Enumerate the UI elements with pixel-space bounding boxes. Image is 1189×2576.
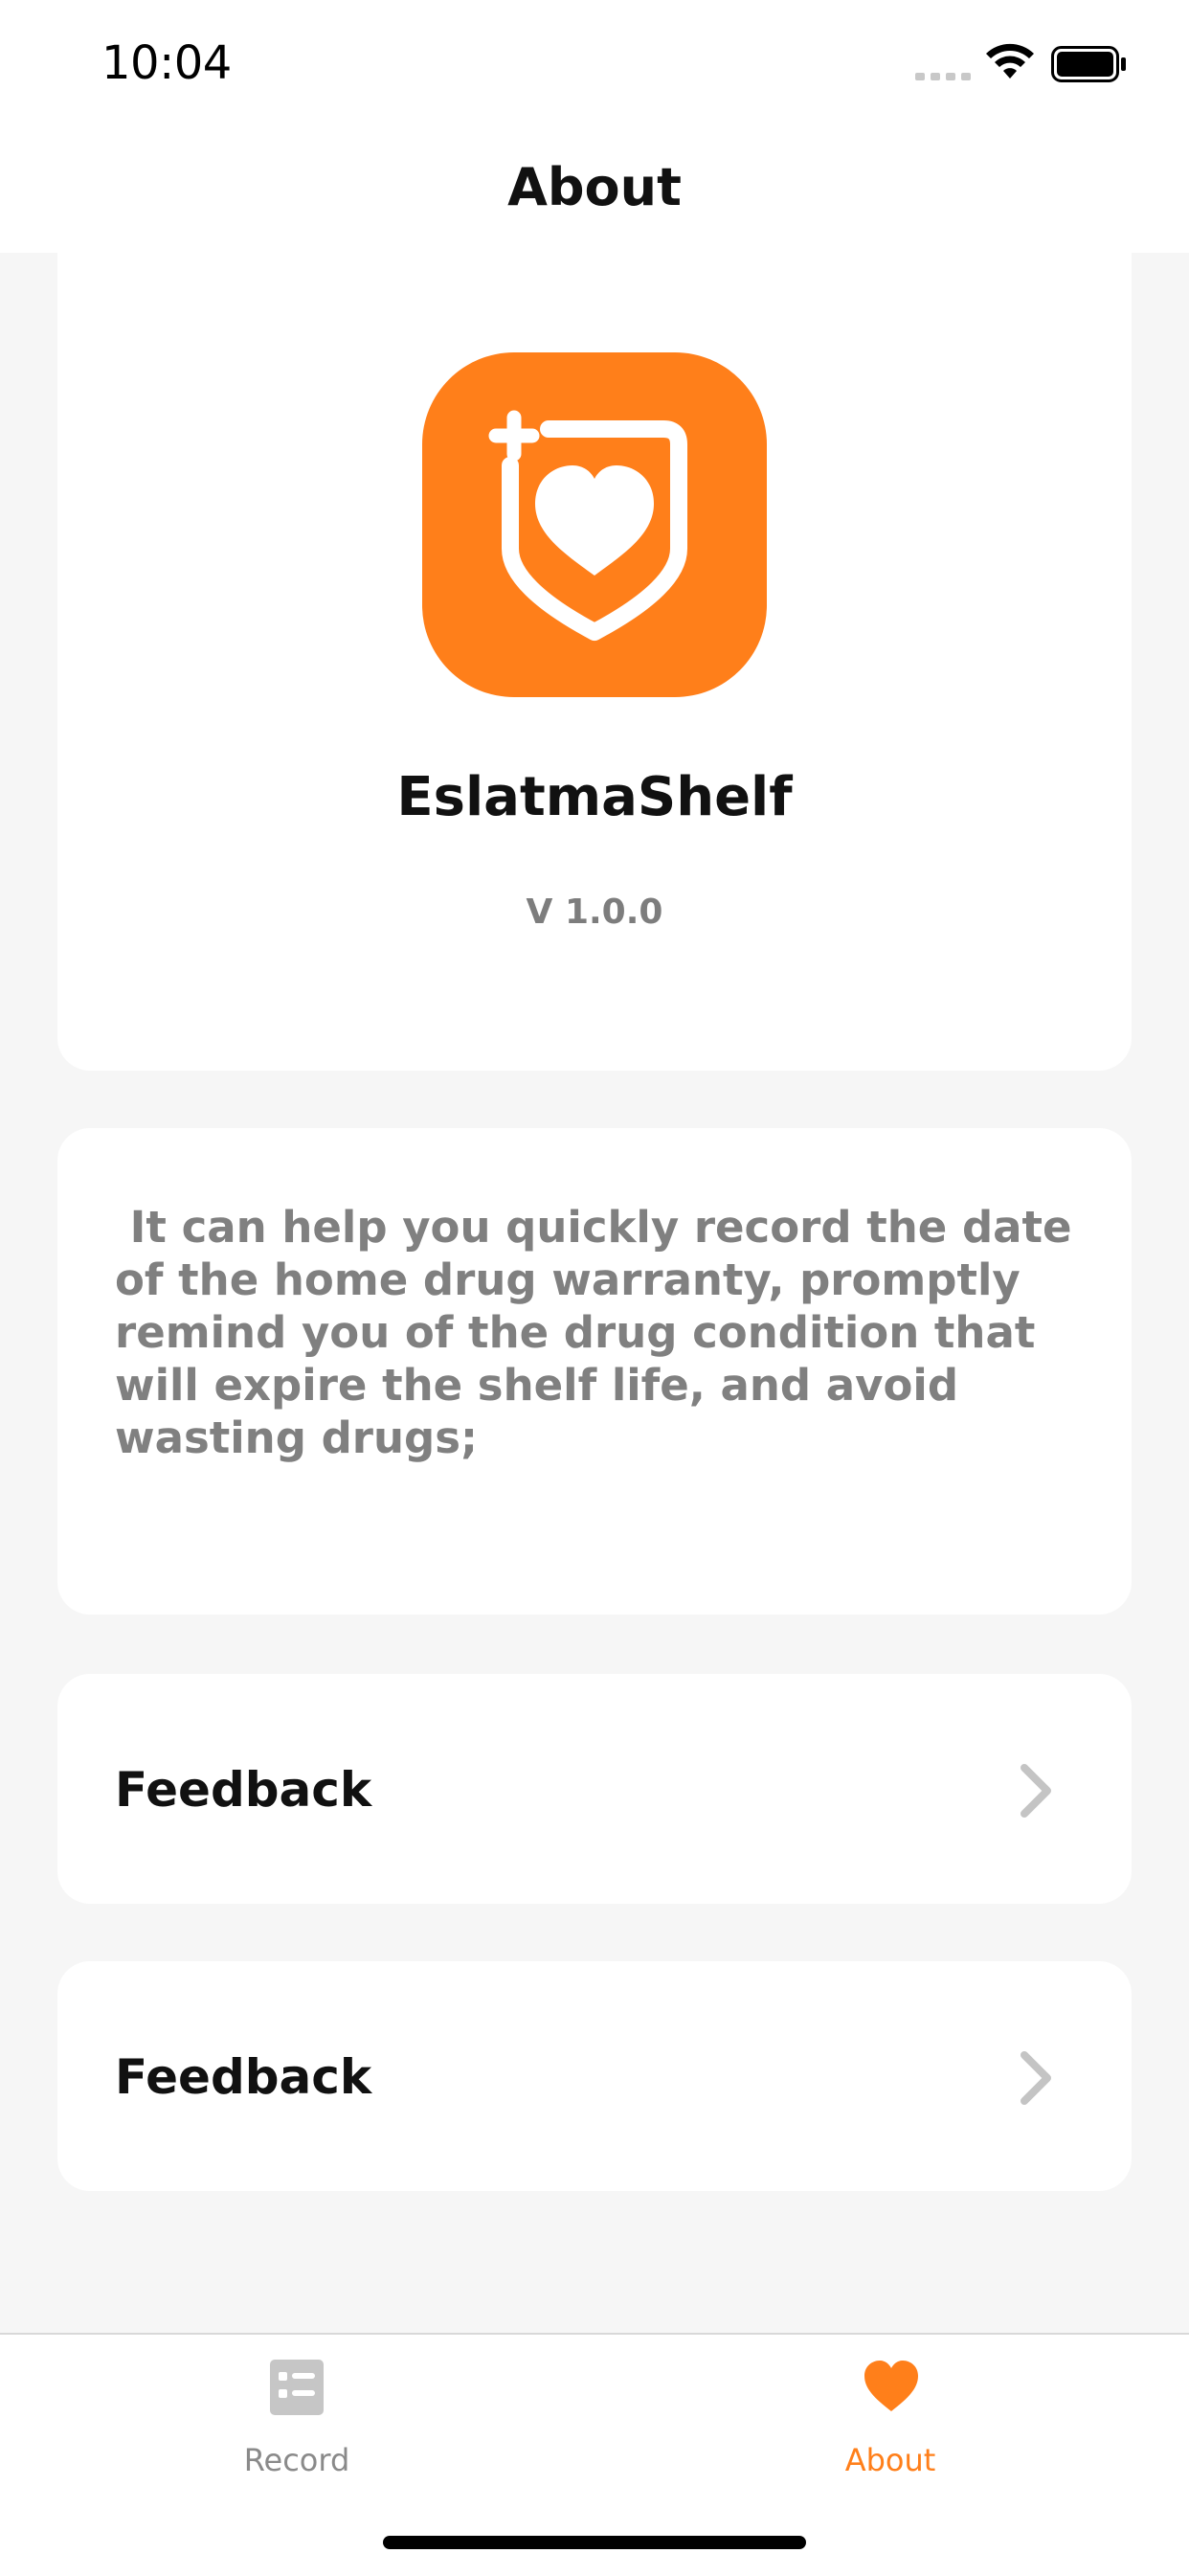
description-card: It can help you quickly record the date … [57,1128,1132,1615]
status-bar: 10:04 [0,0,1189,134]
wifi-icon [986,43,1034,79]
app-name: EslatmaShelf [396,766,793,828]
chevron-right-icon [1021,1764,1051,1818]
shield-heart-plus-icon [488,410,687,641]
tab-about-label: About [844,2442,936,2478]
tab-record[interactable]: Record [153,2335,440,2507]
app-logo [422,352,767,697]
app-info-card: EslatmaShelf V 1.0.0 [57,220,1132,1071]
home-indicator [383,2536,806,2549]
battery-icon [1051,46,1126,82]
tab-about[interactable]: About [747,2335,1034,2507]
page-title: About [507,157,682,217]
heart-icon [864,2361,918,2411]
feedback-row-label: Feedback [115,1762,372,1818]
chevron-right-icon [1021,2051,1051,2105]
cellular-signal-icon [915,73,971,80]
feedback-row-2[interactable]: Feedback [57,1961,1132,2191]
status-time: 10:04 [101,36,232,90]
feedback-row-label: Feedback [115,2049,372,2105]
app-description: It can help you quickly record the date … [115,1202,1072,1463]
feedback-row[interactable]: Feedback [57,1674,1132,1904]
list-icon [270,2360,324,2415]
app-version: V 1.0.0 [526,893,663,932]
tab-record-label: Record [243,2442,350,2478]
